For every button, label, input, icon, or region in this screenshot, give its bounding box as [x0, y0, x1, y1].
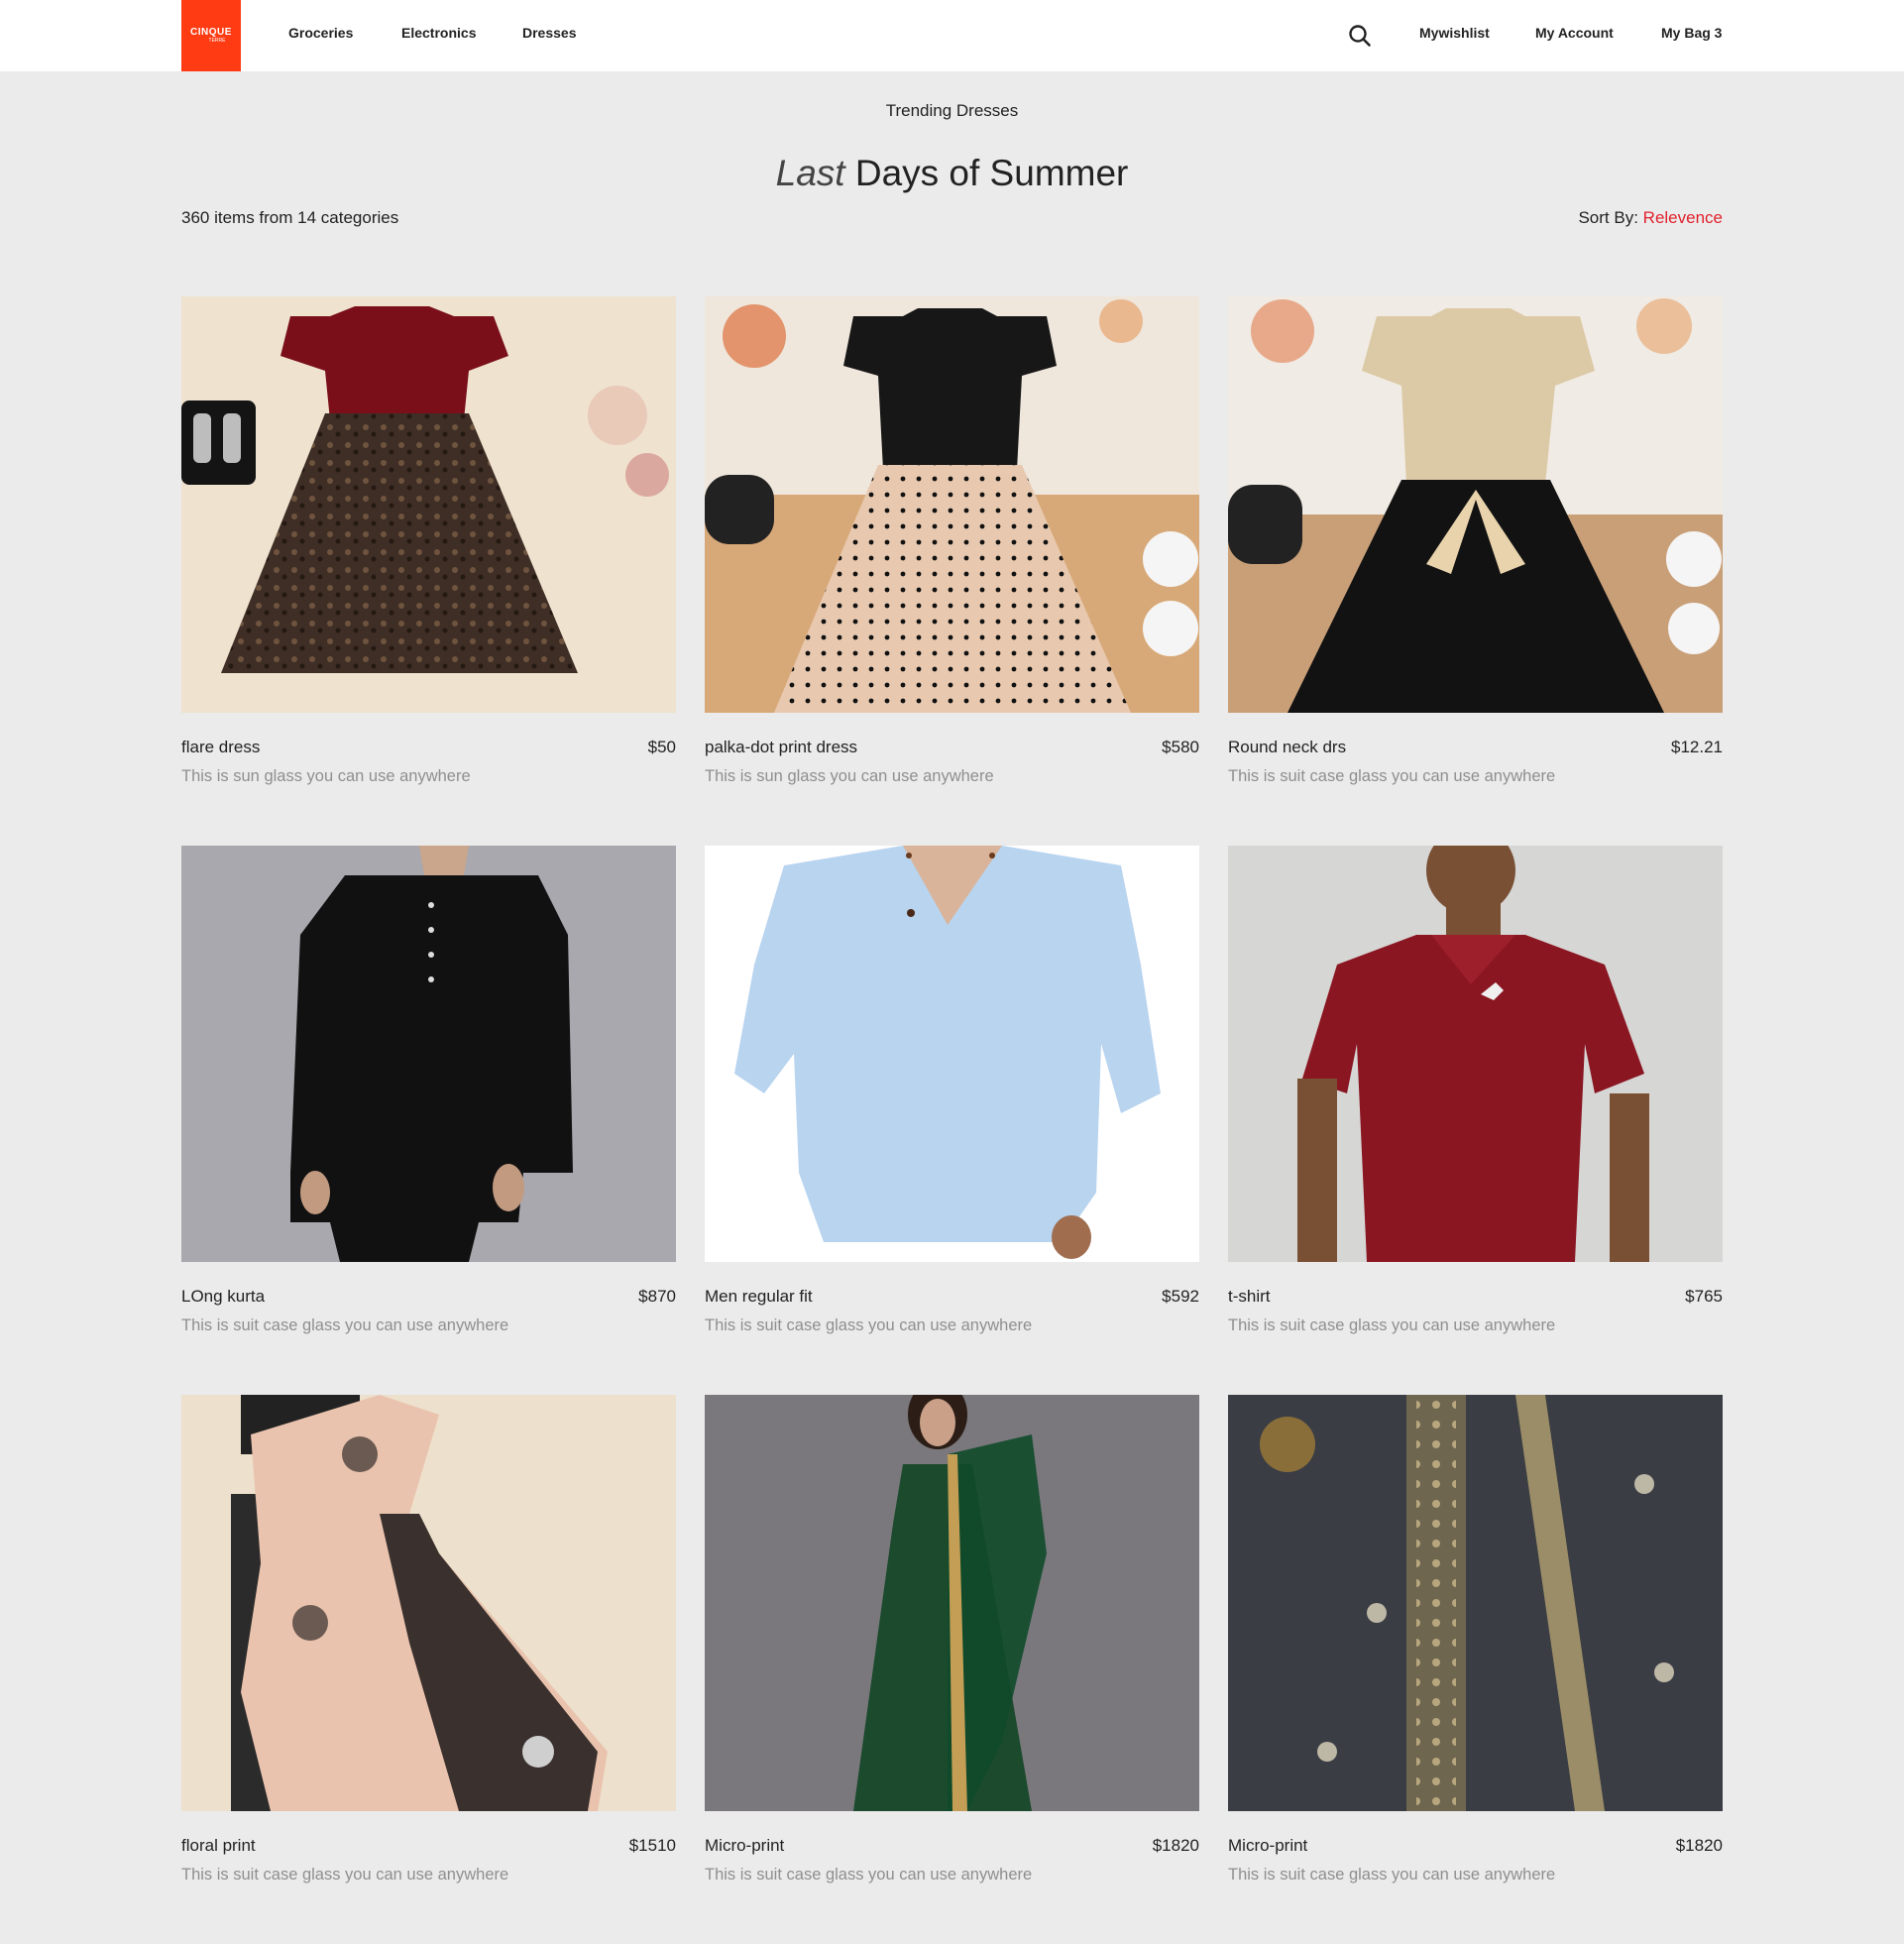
product-price: $592: [1162, 1287, 1199, 1306]
product-description: This is suit case glass you can use anyw…: [1228, 1866, 1556, 1884]
section-eyebrow: Trending Dresses: [885, 101, 1019, 120]
product-image[interactable]: [181, 296, 676, 713]
product-card[interactable]: Men regular fit $592 This is suit case g…: [705, 846, 1199, 1335]
product-card[interactable]: Micro-print $1820 This is suit case glas…: [705, 1395, 1199, 1885]
product-description: This is suit case glass you can use anyw…: [1228, 1316, 1556, 1334]
logo-subtext: TERRE: [208, 37, 226, 44]
product-name[interactable]: Men regular fit: [705, 1287, 813, 1307]
product-card[interactable]: Micro-print $1820 This is suit case glas…: [1228, 1395, 1723, 1885]
product-name[interactable]: Round neck drs: [1228, 738, 1346, 757]
page-title: Last Days of Summer: [0, 153, 1904, 194]
top-navigation-bar: CINQUE TERRE Groceries Electronics Dress…: [0, 0, 1904, 71]
nav-dresses[interactable]: Dresses: [522, 25, 577, 41]
product-image[interactable]: [181, 1395, 676, 1811]
product-price: $580: [1162, 738, 1199, 756]
product-price: $870: [638, 1287, 676, 1306]
product-name[interactable]: Micro-print: [1228, 1836, 1307, 1856]
product-price: $765: [1685, 1287, 1723, 1306]
product-name[interactable]: LOng kurta: [181, 1287, 265, 1307]
nav-my-bag[interactable]: My Bag 3: [1661, 25, 1722, 41]
product-card[interactable]: t-shirt $765 This is suit case glass you…: [1228, 846, 1723, 1335]
product-card[interactable]: LOng kurta $870 This is suit case glass …: [181, 846, 676, 1335]
sort-control[interactable]: Sort By: Relevence: [1578, 208, 1723, 228]
product-price: $50: [647, 738, 676, 756]
product-name[interactable]: floral print: [181, 1836, 256, 1856]
product-image[interactable]: [1228, 846, 1723, 1262]
product-price: $1820: [1152, 1836, 1199, 1855]
sort-value[interactable]: Relevence: [1643, 208, 1723, 227]
product-description: This is suit case glass you can use anyw…: [1228, 767, 1556, 785]
product-description: This is suit case glass you can use anyw…: [705, 1316, 1033, 1334]
sort-label: Sort By:: [1578, 208, 1638, 227]
logo-text: CINQUE: [190, 26, 232, 38]
page-title-main: Days of Summer: [854, 153, 1129, 193]
product-name[interactable]: t-shirt: [1228, 1287, 1271, 1307]
product-description: This is suit case glass you can use anyw…: [181, 1316, 509, 1334]
nav-my-account[interactable]: My Account: [1535, 25, 1614, 41]
product-image[interactable]: [705, 846, 1199, 1262]
search-icon[interactable]: [1348, 24, 1372, 48]
product-image[interactable]: [181, 846, 676, 1262]
brand-logo[interactable]: CINQUE TERRE: [181, 0, 241, 71]
nav-electronics[interactable]: Electronics: [401, 25, 476, 41]
item-count: 360 items from 14 categories: [181, 208, 399, 227]
product-description: This is suit case glass you can use anyw…: [705, 1866, 1033, 1884]
product-card[interactable]: Round neck drs $12.21 This is suit case …: [1228, 296, 1723, 786]
product-description: This is sun glass you can use anywhere: [181, 767, 471, 785]
nav-wishlist[interactable]: Mywishlist: [1419, 25, 1490, 41]
product-description: This is sun glass you can use anywhere: [705, 767, 994, 785]
page-title-italic: Last: [775, 153, 845, 193]
product-name[interactable]: palka-dot print dress: [705, 738, 857, 757]
product-card[interactable]: palka-dot print dress $580 This is sun g…: [705, 296, 1199, 786]
product-price: $1510: [628, 1836, 676, 1855]
product-image[interactable]: [1228, 1395, 1723, 1811]
product-price: $1820: [1675, 1836, 1723, 1855]
product-image[interactable]: [1228, 296, 1723, 713]
product-price: $12.21: [1671, 738, 1723, 756]
product-card[interactable]: floral print $1510 This is suit case gla…: [181, 1395, 676, 1885]
product-image[interactable]: [705, 1395, 1199, 1811]
product-card[interactable]: flare dress $50 This is sun glass you ca…: [181, 296, 676, 786]
product-image[interactable]: [705, 296, 1199, 713]
nav-groceries[interactable]: Groceries: [288, 25, 353, 41]
product-description: This is suit case glass you can use anyw…: [181, 1866, 509, 1884]
product-name[interactable]: Micro-print: [705, 1836, 784, 1856]
product-name[interactable]: flare dress: [181, 738, 260, 757]
